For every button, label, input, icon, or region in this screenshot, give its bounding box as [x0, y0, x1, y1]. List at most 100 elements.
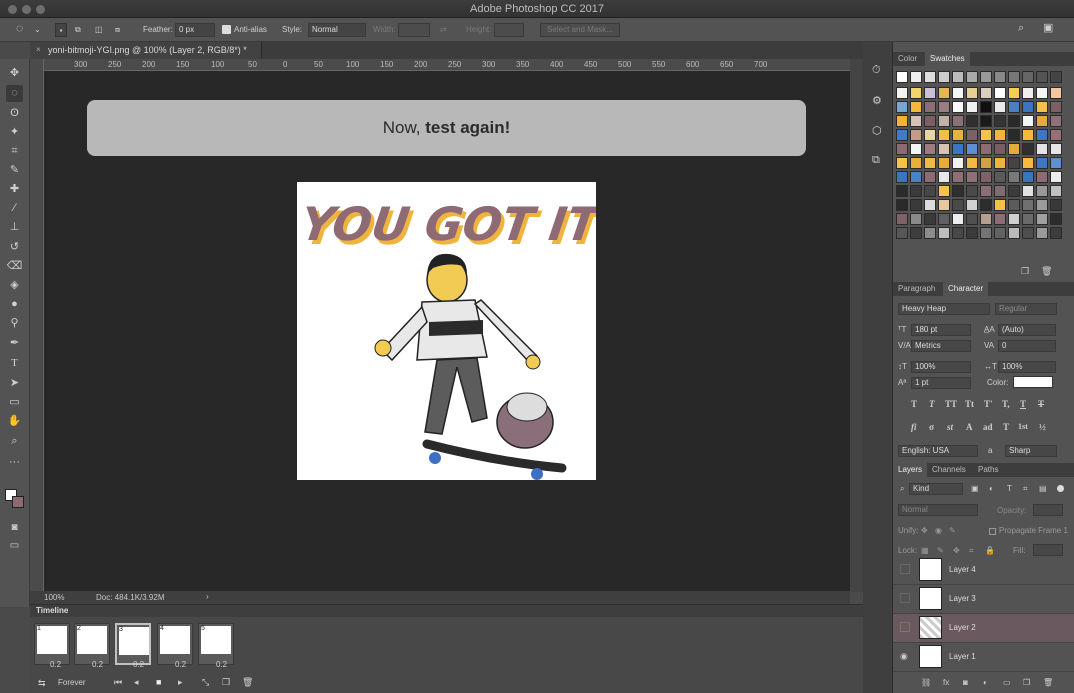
layer-row-layer-1[interactable]: ◉ Layer 1	[893, 643, 1074, 672]
stylistic-alternates-button[interactable]: A	[966, 422, 973, 432]
color-swatch[interactable]	[896, 199, 908, 211]
color-swatch[interactable]	[1036, 199, 1048, 211]
text-color-swatch[interactable]	[1013, 376, 1053, 388]
color-swatch[interactable]	[980, 227, 992, 239]
color-swatch[interactable]	[924, 115, 936, 127]
color-swatch[interactable]	[938, 157, 950, 169]
color-swatch[interactable]	[1050, 157, 1062, 169]
color-swatch[interactable]	[938, 199, 950, 211]
previous-frame-icon[interactable]: ◂	[134, 677, 139, 688]
color-swatch[interactable]	[896, 185, 908, 197]
fill-input[interactable]	[1033, 544, 1063, 556]
color-swatch[interactable]	[1036, 71, 1048, 83]
color-swatch[interactable]	[966, 157, 978, 169]
color-swatch[interactable]	[980, 213, 992, 225]
color-swatch[interactable]	[994, 129, 1006, 141]
unify-style-icon[interactable]: ✎	[949, 526, 956, 535]
zoom-level[interactable]: 100%	[44, 593, 64, 602]
zoom-tool-icon[interactable]: ⌕	[6, 433, 23, 450]
color-swatch[interactable]	[924, 157, 936, 169]
color-swatch[interactable]	[1008, 185, 1020, 197]
eraser-tool-icon[interactable]: ⌫	[6, 258, 23, 275]
color-swatch[interactable]	[924, 185, 936, 197]
color-swatch[interactable]	[952, 227, 964, 239]
color-swatch[interactable]	[1022, 115, 1034, 127]
color-swatch[interactable]	[1050, 129, 1062, 141]
color-swatch[interactable]	[1008, 87, 1020, 99]
color-swatch[interactable]	[1022, 71, 1034, 83]
color-swatch[interactable]	[896, 129, 908, 141]
color-swatch[interactable]	[980, 71, 992, 83]
bitmoji-artwork[interactable]: YOU GOT IT! YOU GOT IT!	[297, 182, 596, 480]
color-swatch[interactable]	[896, 71, 908, 83]
filter-smart-object-icon[interactable]: ▤	[1039, 484, 1047, 493]
lock-pixels-icon[interactable]: ✎	[937, 546, 944, 555]
font-size-input[interactable]: 180 pt	[911, 324, 971, 336]
quick-mask-icon[interactable]: ◙	[6, 519, 23, 536]
layer-style-icon[interactable]: fx	[943, 678, 949, 687]
delete-frame-icon[interactable]: 🗑	[242, 677, 253, 688]
color-swatch[interactable]	[1008, 157, 1020, 169]
faux-bold-button[interactable]: T	[911, 399, 917, 409]
color-swatch[interactable]	[1050, 143, 1062, 155]
color-swatch[interactable]	[938, 101, 950, 113]
color-swatch[interactable]	[966, 71, 978, 83]
color-swatch[interactable]	[1022, 213, 1034, 225]
color-swatch[interactable]	[896, 213, 908, 225]
color-swatch[interactable]	[980, 129, 992, 141]
color-swatch[interactable]	[1022, 87, 1034, 99]
color-swatch[interactable]	[1022, 101, 1034, 113]
tab-color[interactable]: Color	[893, 52, 922, 66]
color-swatch[interactable]	[966, 143, 978, 155]
delete-layer-icon[interactable]: 🗑	[1043, 678, 1053, 687]
color-swatch[interactable]	[1050, 213, 1062, 225]
color-swatch[interactable]	[1022, 171, 1034, 183]
color-swatch[interactable]	[1036, 87, 1048, 99]
color-swatch[interactable]	[1022, 227, 1034, 239]
color-swatch[interactable]	[966, 213, 978, 225]
color-swatch[interactable]	[952, 157, 964, 169]
3d-panel-icon[interactable]: ⬡	[872, 124, 882, 137]
subscript-button[interactable]: T,	[1002, 399, 1010, 409]
color-swatch[interactable]	[1008, 227, 1020, 239]
antialias-method-select[interactable]: Sharp	[1005, 445, 1057, 457]
color-swatch[interactable]	[1036, 143, 1048, 155]
color-swatch[interactable]	[1050, 71, 1062, 83]
color-swatch[interactable]	[924, 227, 936, 239]
layer-row-layer-3[interactable]: Layer 3	[893, 585, 1074, 614]
color-swatch[interactable]	[1050, 199, 1062, 211]
color-swatch[interactable]	[910, 71, 922, 83]
layer-row-layer-4[interactable]: Layer 4	[893, 556, 1074, 585]
tween-icon[interactable]: ⤡	[202, 677, 209, 688]
adjustment-layer-icon[interactable]: ◐	[983, 678, 988, 687]
color-swatch[interactable]	[952, 185, 964, 197]
color-swatch[interactable]	[994, 115, 1006, 127]
color-swatch[interactable]	[924, 143, 936, 155]
tab-character[interactable]: Character	[943, 282, 989, 296]
color-swatch[interactable]	[1050, 101, 1062, 113]
color-swatch[interactable]	[966, 115, 978, 127]
lock-artboard-icon[interactable]: ⌗	[969, 546, 974, 556]
all-caps-button[interactable]: TT	[945, 399, 957, 409]
color-swatch[interactable]	[938, 71, 950, 83]
delete-swatch-icon[interactable]: 🗑	[1041, 266, 1052, 277]
baseline-shift-input[interactable]: 1 pt	[911, 377, 971, 389]
color-swatch[interactable]	[994, 171, 1006, 183]
color-swatch[interactable]	[952, 171, 964, 183]
color-swatch[interactable]	[994, 87, 1006, 99]
frame-delay[interactable]: 0.2	[216, 660, 227, 669]
ornaments-button[interactable]: T	[1003, 422, 1009, 432]
color-swatch[interactable]	[952, 115, 964, 127]
tab-paragraph[interactable]: Paragraph	[893, 282, 940, 296]
new-layer-icon[interactable]: ❐	[1023, 678, 1030, 687]
add-selection-icon[interactable]: ⧉	[75, 23, 81, 37]
color-swatch[interactable]	[994, 213, 1006, 225]
color-swatch[interactable]	[966, 199, 978, 211]
history-panel-icon[interactable]: ⏱	[872, 64, 881, 77]
font-family-select[interactable]: Heavy Heap	[898, 303, 990, 315]
ordinals-button[interactable]: 1st	[1018, 422, 1028, 431]
add-mask-icon[interactable]: ◙	[963, 678, 968, 687]
next-frame-icon[interactable]: ▸	[178, 677, 183, 688]
tab-layers[interactable]: Layers	[893, 463, 928, 477]
new-selection-icon[interactable]: ▪	[55, 23, 67, 37]
